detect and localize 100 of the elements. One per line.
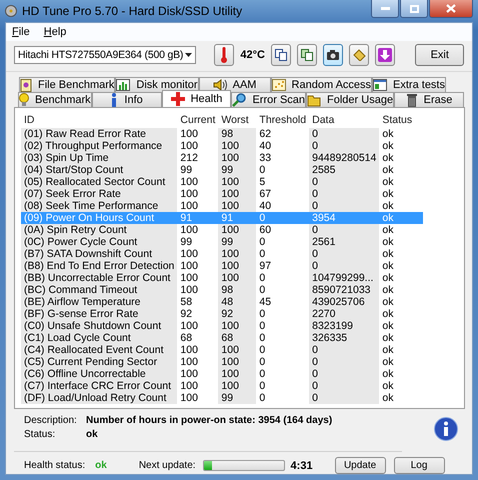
table-row[interactable]: (DF) Load/Unload Retry Count 100 99 0 0 ok (21, 392, 424, 404)
window-title: HD Tune Pro 5.70 - Hard Disk/SSD Utility (22, 4, 242, 18)
table-row[interactable]: (C0) Unsafe Shutdown Count 100 100 0 8323199 ok (21, 320, 424, 332)
tab[interactable]: Error Scan (231, 92, 306, 107)
table-cell-text: ok (381, 356, 394, 368)
table-row[interactable]: (03) Spin Up Time 212 100 33 94489280514 ok (21, 152, 424, 164)
close-button[interactable] (429, 0, 473, 18)
column-header[interactable]: ID (21, 112, 178, 128)
table-cell-text: ok (381, 128, 394, 140)
tab[interactable]: Extra tests (372, 77, 446, 92)
action-button[interactable]: Update (334, 457, 386, 474)
table-cell-text: ok (381, 152, 394, 164)
tab[interactable]: File Benchmark (19, 77, 116, 92)
table-cell: 0 (309, 380, 380, 392)
table-cell: 0 (309, 392, 380, 404)
table-cell: 0 (309, 176, 380, 188)
column-header[interactable]: Status (379, 112, 424, 128)
table-row[interactable]: (07) Seek Error Rate 100 100 67 0 ok (21, 188, 424, 200)
exit-button[interactable]: Exit (415, 44, 464, 66)
table-row[interactable]: (02) Throughput Performance 100 100 40 0 ok (21, 140, 424, 152)
table-row[interactable]: (05) Reallocated Sector Count 100 100 5 0 ok (21, 176, 424, 188)
table-cell-text: ok (381, 296, 394, 308)
table-cell: 99 (218, 164, 256, 176)
table-cell-text: ok (381, 248, 394, 260)
table-cell: 100 (177, 392, 218, 404)
maximize-button[interactable] (400, 0, 428, 18)
tab[interactable]: Disk monitor (115, 77, 199, 92)
menu-item[interactable]: Help (44, 26, 66, 38)
table-cell: (08) Seek Time Performance (21, 200, 178, 212)
table-cell: 0 (309, 368, 380, 380)
table-row[interactable]: (0C) Power Cycle Count 99 99 0 2561 ok (21, 236, 424, 248)
table-row[interactable]: (B7) SATA Downshift Count 100 100 0 0 ok (21, 248, 424, 260)
toolbar-button[interactable] (323, 44, 344, 66)
table-row[interactable]: (08) Seek Time Performance 100 100 40 0 ok (21, 200, 424, 212)
tab[interactable]: Folder Usage (306, 92, 394, 107)
column-header[interactable]: Data (309, 112, 380, 128)
table-cell: (05) Reallocated Sector Count (21, 176, 178, 188)
table-row[interactable]: (C1) Load Cycle Count 68 68 0 326335 ok (21, 332, 424, 344)
camera-icon (327, 50, 340, 60)
thermometer-button[interactable] (214, 44, 234, 66)
toolbar-button[interactable] (271, 44, 292, 66)
table-cell: 100 (177, 368, 218, 380)
thermometer-icon (221, 47, 228, 63)
table-row[interactable]: (BE) Airflow Temperature 58 48 45 439025706 ok (21, 296, 424, 308)
table-row[interactable]: (C4) Reallocated Event Count 100 100 0 0 ok (21, 344, 424, 356)
table-cell: 100 (177, 344, 218, 356)
table-cell: 5 (256, 176, 310, 188)
tab[interactable]: Random Access (270, 77, 372, 92)
table-cell: 0 (256, 272, 310, 284)
minimize-button[interactable] (371, 0, 399, 18)
table-cell: 0 (256, 248, 310, 260)
tab[interactable]: AAM (198, 77, 271, 92)
toolbar-button[interactable] (297, 44, 318, 66)
table-row[interactable]: (0A) Spin Retry Count 100 100 60 0 ok (21, 224, 424, 236)
table-row[interactable]: (B8) End To End Error Detection 100 100 97 0 ok (21, 260, 424, 272)
column-header[interactable]: Threshold (256, 112, 310, 128)
table-cell: 100 (177, 176, 218, 188)
table-cell: 100 (177, 200, 218, 212)
table-cell: 0 (309, 224, 380, 236)
tab[interactable]: Health (162, 90, 232, 107)
table-row[interactable]: (C6) Offline Uncorrectable 100 100 0 0 ok (21, 368, 424, 380)
table-row[interactable]: (04) Start/Stop Count 99 99 0 2585 ok (21, 164, 424, 176)
table-cell: 0 (256, 284, 310, 296)
tab[interactable]: Erase (394, 92, 464, 107)
table-row[interactable]: (BF) G-sense Error Rate 92 92 0 2270 ok (21, 308, 424, 320)
table-cell-text: ok (381, 236, 394, 248)
table-cell: (07) Seek Error Rate (21, 188, 178, 200)
column-header[interactable]: Current (177, 112, 218, 128)
table-cell: 100 (218, 368, 256, 380)
table-row[interactable]: (BC) Command Timeout 100 98 0 8590721033 ok (21, 284, 424, 296)
table-cell: 99 (177, 236, 218, 248)
table-row[interactable]: (C5) Current Pending Sector 100 100 0 0 ok (21, 356, 424, 368)
table-cell: 99 (218, 236, 256, 248)
tab[interactable]: Benchmark (18, 92, 92, 107)
table-cell: 8590721033 (309, 284, 380, 296)
disk-icon (5, 5, 17, 17)
temperature-reading: 42°C (240, 49, 265, 61)
table-cell: 91 (177, 212, 218, 224)
table-row[interactable]: (C7) Interface CRC Error Count 100 100 0 0 ok (21, 380, 424, 392)
table-cell: 104799299... (309, 272, 380, 284)
tab[interactable]: Info (92, 92, 162, 107)
speaker-icon (212, 79, 227, 91)
toolbar-button[interactable] (375, 44, 396, 66)
table-cell: (C4) Reallocated Event Count (21, 344, 178, 356)
description-label: Description: (24, 415, 76, 428)
drive-dropdown[interactable]: Hitachi HTS727550A9E364 (500 gB) (14, 46, 196, 64)
table-row[interactable]: (01) Raw Read Error Rate 100 98 62 0 ok (21, 128, 424, 140)
table-cell: 439025706 (309, 296, 380, 308)
table-cell-text: ok (381, 140, 394, 152)
menu-item[interactable]: File (12, 26, 30, 38)
table-cell: 99 (218, 392, 256, 404)
table-cell: 60 (256, 224, 310, 236)
table-cell: 100 (177, 260, 218, 272)
table-cell: 100 (218, 248, 256, 260)
column-header[interactable]: Worst (218, 112, 256, 128)
table-cell: (BF) G-sense Error Rate (21, 308, 178, 320)
action-button[interactable]: Log (394, 457, 445, 474)
table-cell-text: ok (381, 344, 394, 356)
table-row[interactable]: (BB) Uncorrectable Error Count 100 100 0 104799299... ok (21, 272, 424, 284)
download-icon (378, 48, 392, 62)
